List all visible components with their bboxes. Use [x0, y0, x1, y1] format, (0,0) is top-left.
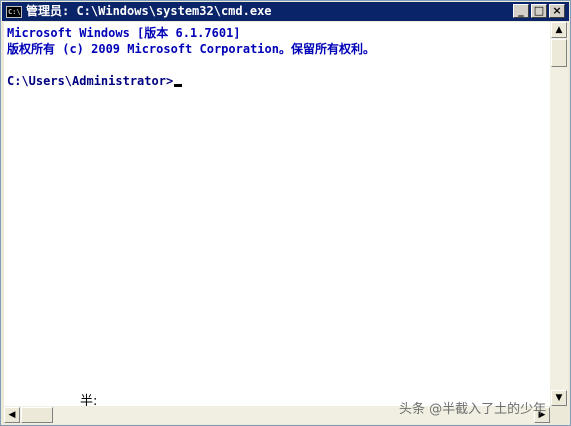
- cmd-window: C:\ 管理员: C:\Windows\system32\cmd.exe _ □…: [0, 0, 571, 426]
- scrollbar-corner: [550, 406, 568, 424]
- scroll-left-button[interactable]: ◀: [4, 407, 20, 423]
- maximize-button[interactable]: □: [531, 4, 547, 18]
- cmd-app-icon[interactable]: C:\: [6, 6, 22, 18]
- vertical-scroll-thumb[interactable]: [551, 39, 567, 67]
- scroll-up-button[interactable]: ▲: [551, 22, 567, 38]
- title-bar[interactable]: C:\ 管理员: C:\Windows\system32\cmd.exe _ □…: [2, 2, 569, 21]
- prompt-text: C:\Users\Administrator>: [7, 74, 174, 88]
- close-button[interactable]: ×: [549, 4, 565, 18]
- ime-status: 半:: [80, 394, 98, 406]
- vertical-scrollbar[interactable]: ▲ ▼: [550, 22, 568, 406]
- horizontal-scroll-thumb[interactable]: [21, 407, 53, 423]
- window-title: 管理员: C:\Windows\system32\cmd.exe: [26, 4, 272, 18]
- console-output[interactable]: Microsoft Windows [版本 6.1.7601] 版权所有 (c)…: [4, 22, 550, 406]
- watermark-text: 头条 @半截入了土的少年: [399, 402, 547, 417]
- scroll-down-button[interactable]: ▼: [551, 390, 567, 406]
- version-line: Microsoft Windows [版本 6.1.7601]: [7, 26, 241, 40]
- minimize-button[interactable]: _: [513, 4, 529, 18]
- text-cursor: [174, 84, 183, 87]
- window-controls: _ □ ×: [513, 4, 565, 18]
- command-prompt[interactable]: C:\Users\Administrator>: [7, 73, 183, 89]
- copyright-line: 版权所有 (c) 2009 Microsoft Corporation。保留所有…: [7, 42, 375, 56]
